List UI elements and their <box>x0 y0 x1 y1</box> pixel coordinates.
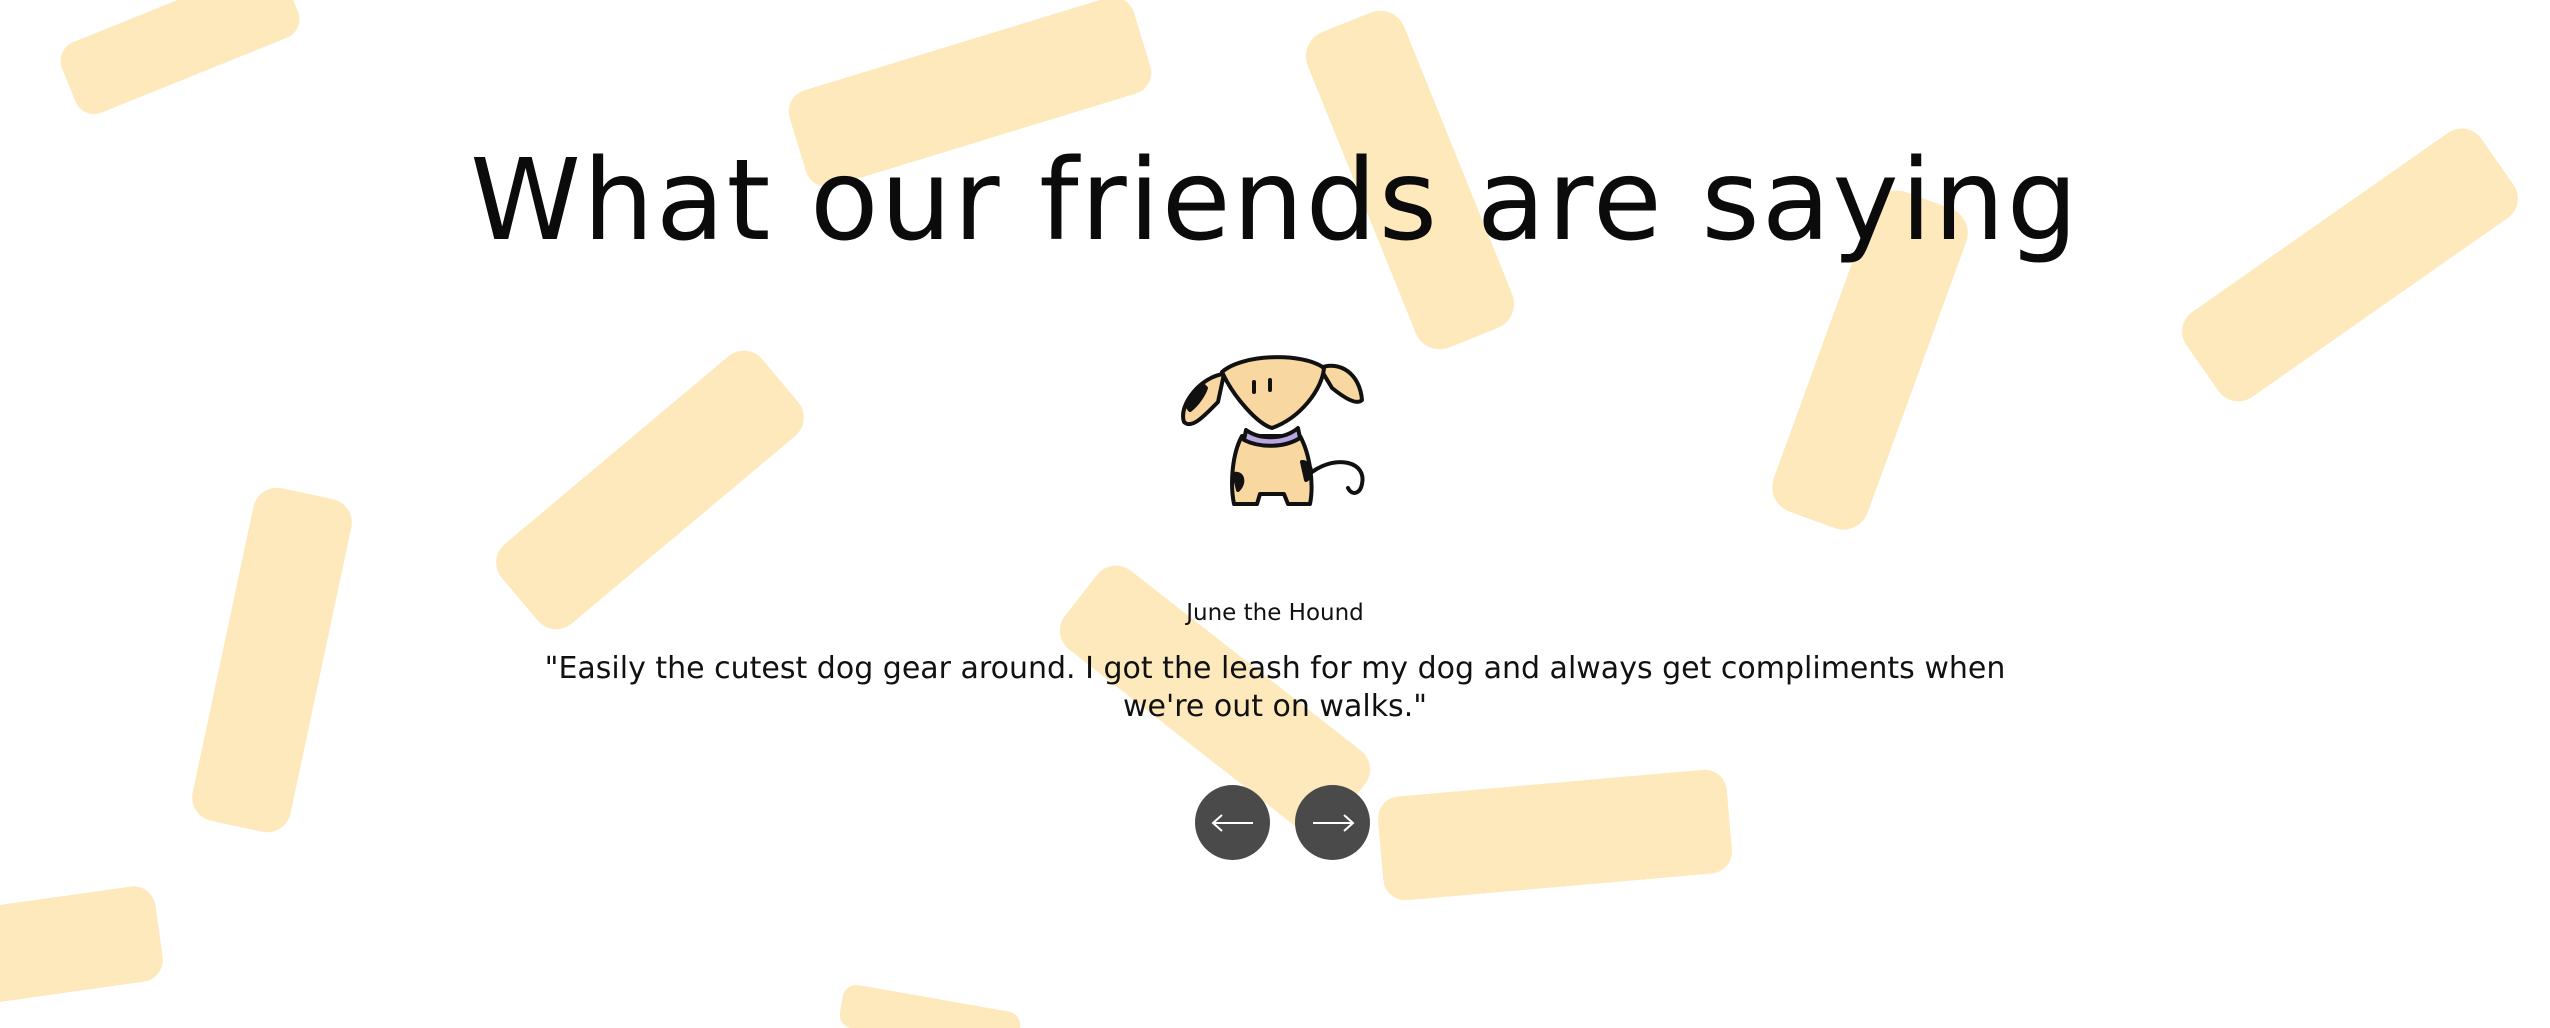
previous-button[interactable] <box>1195 785 1270 860</box>
dog-illustration <box>1181 355 1365 506</box>
section-title: What our friends are saying <box>470 136 2080 266</box>
testimonial-author: June the Hound <box>1186 600 1364 626</box>
next-button[interactable] <box>1295 785 1370 860</box>
carousel-navigation <box>1195 785 1370 860</box>
testimonials-section: What our friends are saying June the Hou… <box>0 0 2550 1028</box>
arrow-left-icon <box>1210 813 1253 832</box>
testimonial-quote: "Easily the cutest dog gear around. I go… <box>544 651 2006 724</box>
arrow-right-icon <box>1312 813 1355 832</box>
